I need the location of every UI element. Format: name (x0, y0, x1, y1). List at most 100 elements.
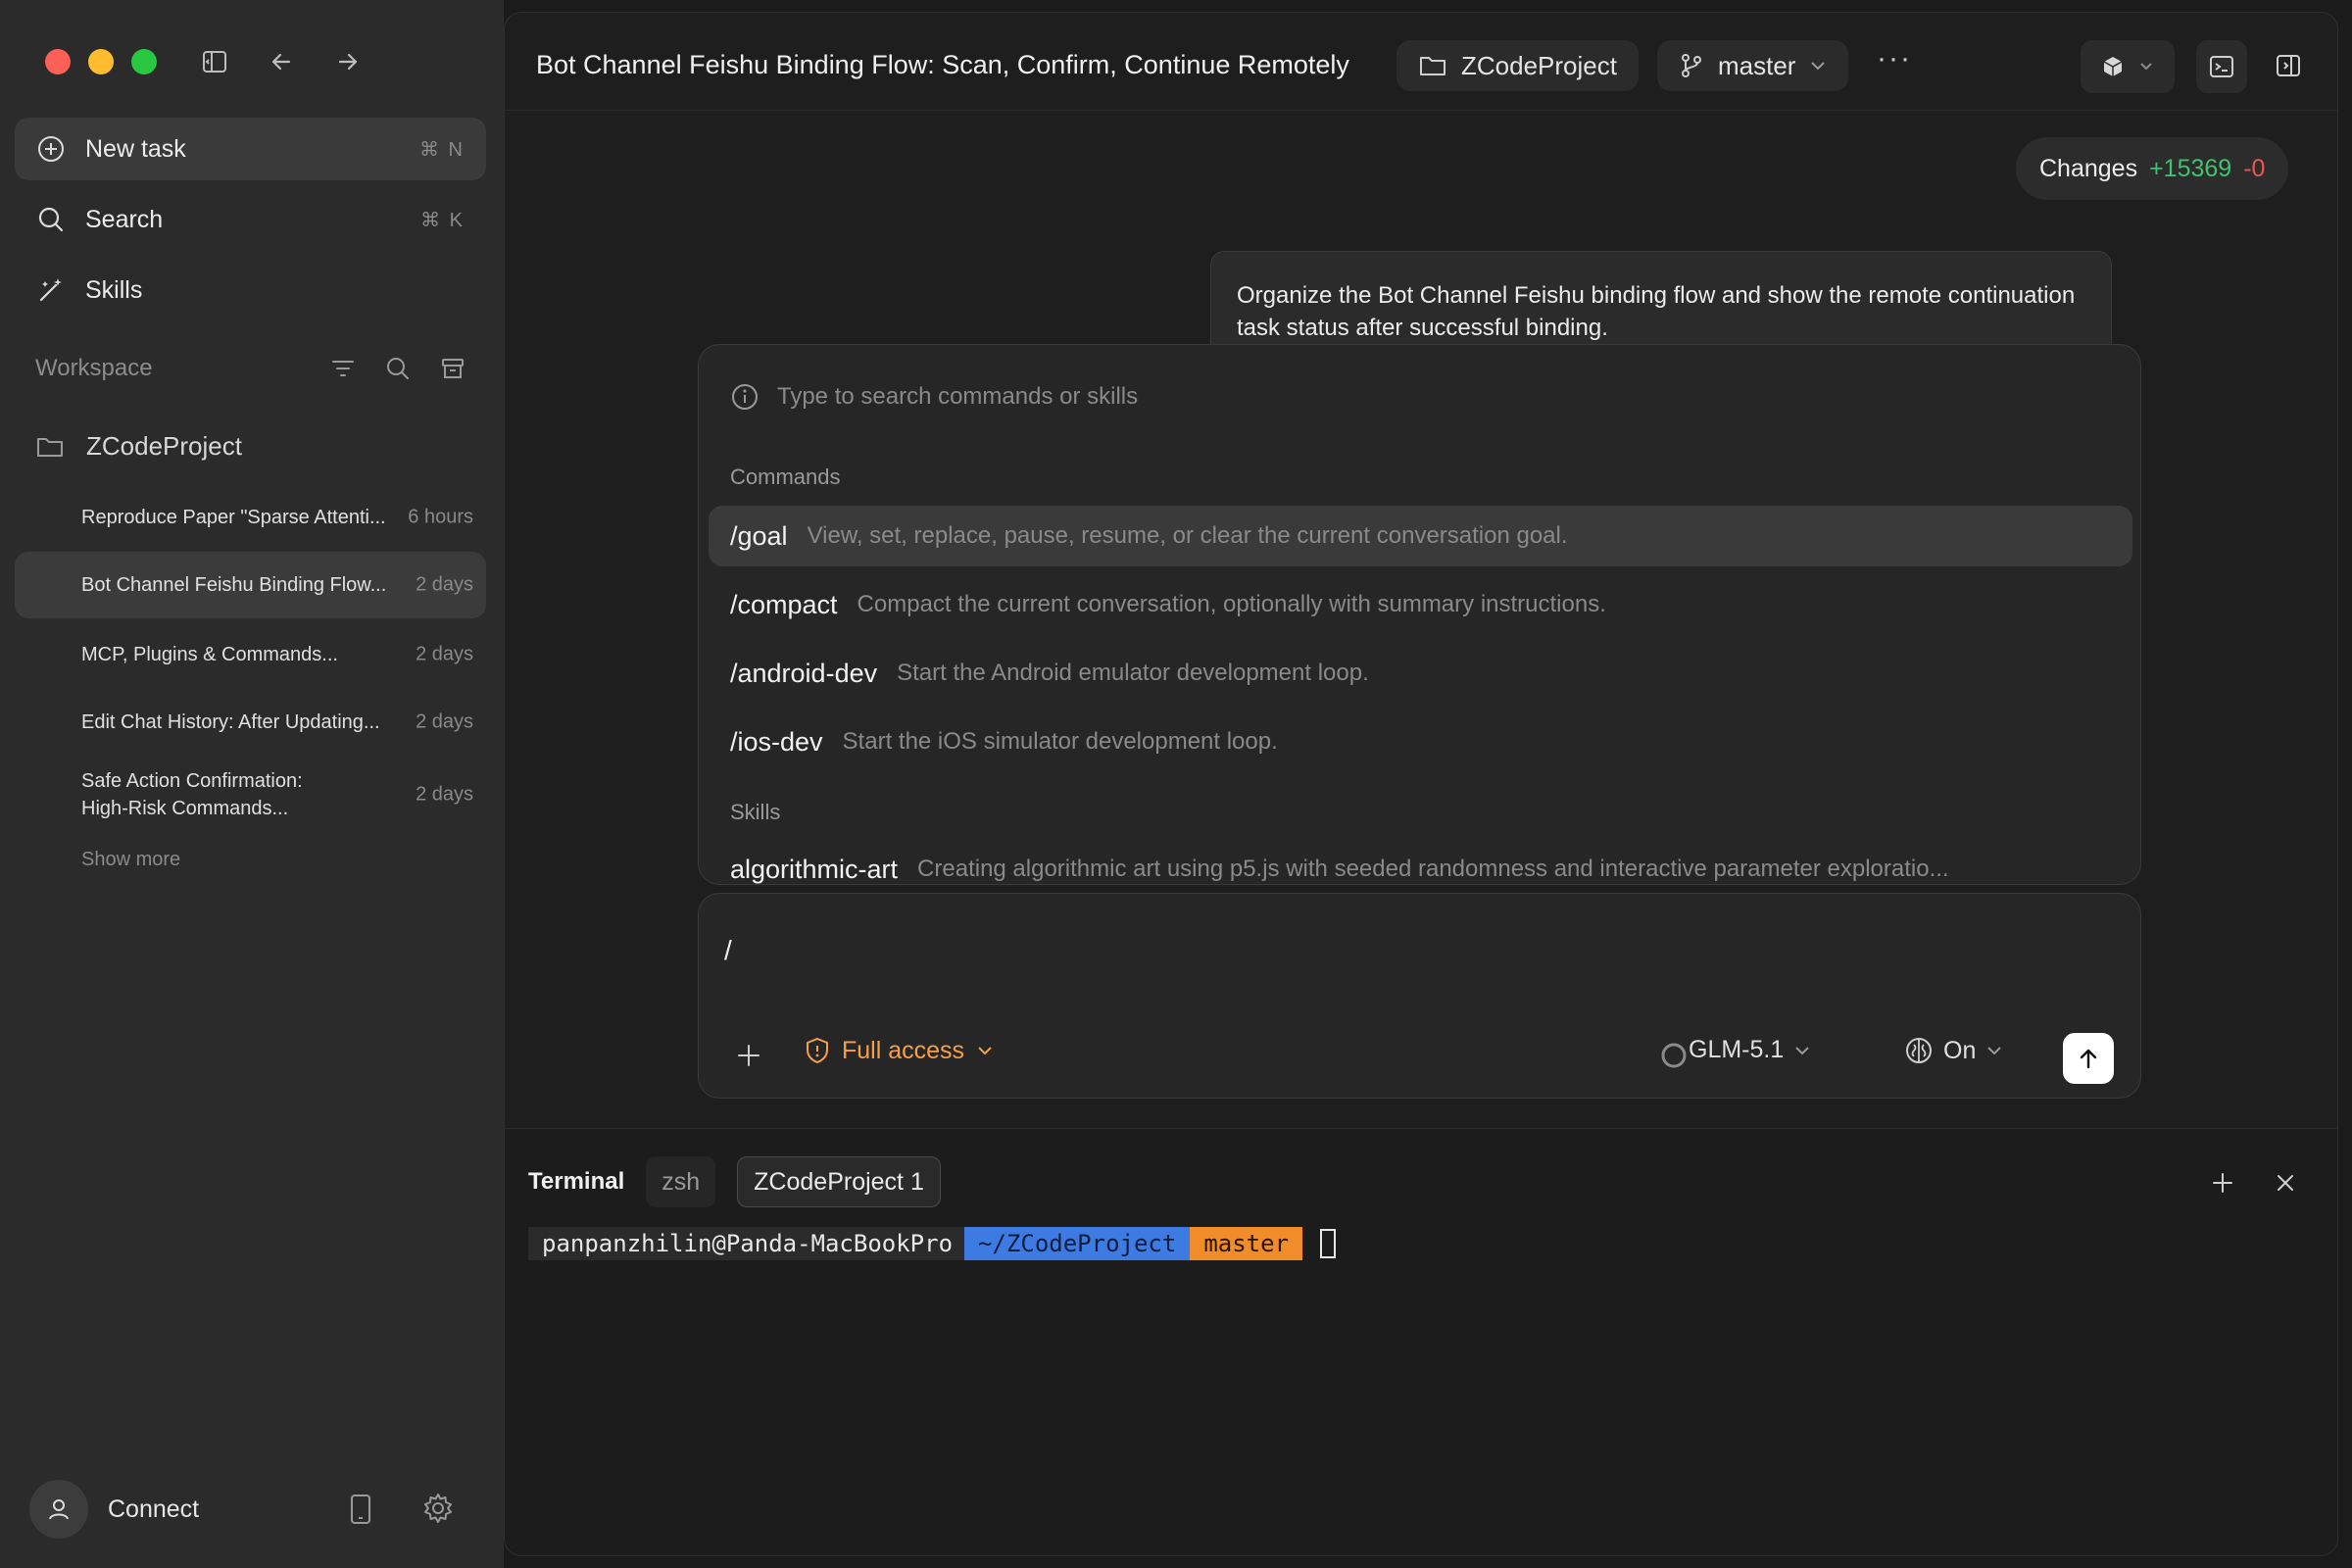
show-more-link[interactable]: Show more (81, 849, 180, 871)
skill-name: algorithmic-art (730, 854, 899, 884)
model-selector[interactable]: GLM-5.1 (1689, 1036, 1811, 1064)
message-composer[interactable]: / Full access GLM-5.1 On (698, 893, 2141, 1099)
close-terminal-icon[interactable] (2271, 1168, 2300, 1198)
lines-added: +15369 (2149, 154, 2232, 182)
new-task-shortcut: ⌘ N (419, 138, 465, 161)
task-title-line: Safe Action Confirmation: (81, 770, 303, 792)
toggle-sidebar-icon[interactable] (198, 45, 231, 78)
command-search-placeholder: Type to search commands or skills (777, 383, 1139, 410)
skills-button[interactable]: Skills (15, 259, 486, 321)
task-item-active[interactable]: Bot Channel Feishu Binding Flow... 2 day… (15, 552, 486, 618)
back-arrow-icon[interactable] (265, 45, 298, 78)
terminal-cursor (1320, 1229, 1337, 1258)
command-description: Start the Android emulator development l… (897, 660, 1369, 686)
status-ring-icon (1659, 1041, 1689, 1070)
gear-icon[interactable] (421, 1492, 455, 1525)
command-item-ios-dev[interactable]: /ios-dev Start the iOS simulator develop… (709, 711, 2132, 772)
send-button[interactable] (2063, 1033, 2114, 1084)
new-task-button[interactable]: New task ⌘ N (15, 118, 486, 180)
terminal-tabs: Terminal zsh ZCodeProject 1 (528, 1156, 941, 1207)
close-window-button[interactable] (45, 49, 71, 74)
info-icon (730, 382, 760, 412)
task-title: Reproduce Paper "Sparse Attenti... (81, 507, 386, 528)
right-panel-toggle-icon[interactable] (2269, 46, 2308, 85)
page-title: Bot Channel Feishu Binding Flow: Scan, C… (536, 50, 1349, 79)
task-item[interactable]: Edit Chat History: After Updating... 2 d… (15, 689, 486, 756)
shield-icon (805, 1036, 830, 1065)
magic-wand-icon (34, 273, 68, 307)
project-chip[interactable]: ZCodeProject (1396, 40, 1639, 91)
task-age: 2 days (416, 573, 473, 596)
search-icon (34, 203, 68, 236)
task-item[interactable]: Safe Action Confirmation: High-Risk Comm… (15, 757, 486, 833)
skill-description: Creating algorithmic art using p5.js wit… (917, 856, 1949, 882)
task-title-line: High-Risk Commands... (81, 798, 289, 819)
command-item-android-dev[interactable]: /android-dev Start the Android emulator … (709, 643, 2132, 704)
task-age: 2 days (416, 643, 473, 665)
main-panel: Bot Channel Feishu Binding Flow: Scan, C… (504, 12, 2338, 1556)
brain-icon (1904, 1036, 1934, 1065)
command-item-goal[interactable]: /goal View, set, replace, pause, resume,… (709, 506, 2132, 566)
terminal-icon (2208, 53, 2235, 80)
command-item-compact[interactable]: /compact Compact the current conversatio… (709, 574, 2132, 635)
terminal-title: Terminal (528, 1168, 625, 1195)
lines-removed: -0 (2243, 154, 2266, 182)
prompt-path: ~/ZCodeProject (964, 1227, 1191, 1260)
skills-section-label: Skills (730, 800, 781, 824)
terminal-prompt[interactable]: panpanzhilin@Panda-MacBookPro ~/ZCodePro… (528, 1227, 1337, 1260)
cube-icon (2101, 55, 2125, 78)
project-folder-row[interactable]: ZCodeProject (35, 431, 242, 462)
project-chip-label: ZCodeProject (1461, 50, 1617, 80)
commands-section-label: Commands (730, 465, 841, 489)
chevron-down-icon (1809, 60, 1827, 72)
title-bar: Bot Channel Feishu Binding Flow: Scan, C… (505, 13, 2337, 111)
terminal-toggle-button[interactable] (2196, 40, 2247, 93)
forward-arrow-icon[interactable] (331, 45, 365, 78)
window-controls (45, 49, 157, 74)
model-label: GLM-5.1 (1689, 1036, 1785, 1063)
changes-badge[interactable]: Changes +15369 -0 (2016, 137, 2289, 200)
workspace-search-icon[interactable] (382, 353, 414, 384)
attach-plus-icon[interactable] (734, 1041, 763, 1070)
filter-icon[interactable] (327, 353, 359, 384)
task-item[interactable]: MCP, Plugins & Commands... 2 days (15, 621, 486, 688)
task-title: Edit Chat History: After Updating... (81, 711, 380, 733)
terminal-tab-zsh[interactable]: zsh (646, 1156, 716, 1207)
thinking-toggle[interactable]: On (1904, 1036, 2003, 1065)
access-mode-selector[interactable]: Full access (805, 1036, 994, 1065)
command-description: Compact the current conversation, option… (857, 591, 1606, 617)
task-title: Bot Channel Feishu Binding Flow... (81, 574, 387, 596)
skill-item-algorithmic-art[interactable]: algorithmic-art Creating algorithmic art… (709, 839, 2132, 884)
sidebar-footer: Connect (29, 1480, 480, 1539)
terminal-tab-project[interactable]: ZCodeProject 1 (737, 1156, 941, 1207)
zoom-window-button[interactable] (131, 49, 157, 74)
minimize-window-button[interactable] (88, 49, 114, 74)
command-description: View, set, replace, pause, resume, or cl… (807, 522, 1568, 549)
more-options-button[interactable]: ··· (1877, 42, 1912, 75)
terminal-panel: Terminal zsh ZCodeProject 1 panpanzhilin… (505, 1128, 2337, 1555)
branch-selector[interactable]: master (1657, 40, 1849, 91)
changes-label: Changes (2039, 154, 2138, 182)
phone-icon[interactable] (349, 1494, 372, 1525)
command-name: /compact (730, 589, 838, 619)
task-title: MCP, Plugins & Commands... (81, 644, 338, 665)
task-age: 2 days (416, 710, 473, 733)
search-button[interactable]: Search ⌘ K (15, 188, 486, 251)
add-terminal-icon[interactable] (2208, 1168, 2237, 1198)
avatar[interactable] (29, 1480, 88, 1539)
connect-label[interactable]: Connect (108, 1495, 199, 1524)
search-label: Search (85, 205, 164, 233)
prompt-user-host: panpanzhilin@Panda-MacBookPro (528, 1227, 965, 1260)
access-mode-label: Full access (842, 1036, 965, 1064)
chevron-down-icon (1793, 1045, 1811, 1056)
archive-icon[interactable] (437, 353, 468, 384)
workspace-heading: Workspace (35, 355, 153, 381)
command-search[interactable]: Type to search commands or skills (730, 382, 1138, 412)
arrow-up-icon (2076, 1046, 2101, 1071)
thinking-label: On (1943, 1036, 1977, 1064)
command-name: /ios-dev (730, 726, 823, 757)
command-palette: Type to search commands or skills Comman… (698, 344, 2141, 885)
composer-input[interactable]: / (724, 935, 732, 966)
task-item[interactable]: Reproduce Paper "Sparse Attenti... 6 hou… (15, 484, 486, 551)
app-menu-button[interactable] (2081, 40, 2175, 93)
